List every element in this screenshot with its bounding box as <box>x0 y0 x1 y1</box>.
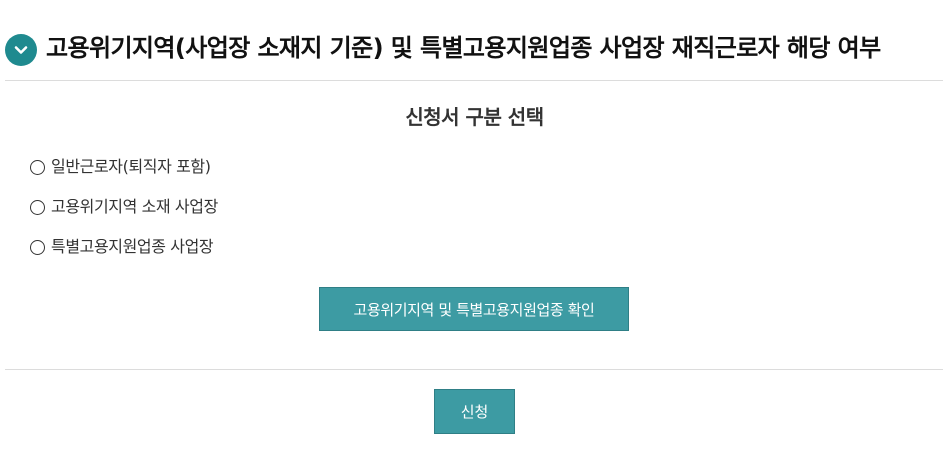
application-type-radio-group: 일반근로자(퇴직자 포함) 고용위기지역 소재 사업장 특별고용지원업종 사업장 <box>30 154 218 274</box>
option-special-industry-workplace[interactable]: 특별고용지원업종 사업장 <box>30 234 218 260</box>
option-label: 특별고용지원업종 사업장 <box>51 237 214 256</box>
section-header: 고용위기지역(사업장 소재지 기준) 및 특별고용지원업종 사업장 재직근로자 … <box>0 0 949 80</box>
check-eligibility-button[interactable]: 고용위기지역 및 특별고용지원업종 확인 <box>319 287 629 331</box>
chevron-down-icon <box>13 42 29 58</box>
option-general-worker[interactable]: 일반근로자(퇴직자 포함) <box>30 154 218 180</box>
radio-button[interactable] <box>30 199 45 215</box>
option-label: 고용위기지역 소재 사업장 <box>51 197 218 216</box>
radio-button[interactable] <box>30 159 45 175</box>
apply-button[interactable]: 신청 <box>434 389 515 434</box>
page: 고용위기지역(사업장 소재지 기준) 및 특별고용지원업종 사업장 재직근로자 … <box>0 0 949 464</box>
application-type-title: 신청서 구분 선택 <box>405 105 544 129</box>
divider <box>5 80 943 81</box>
page-title: 고용위기지역(사업장 소재지 기준) 및 특별고용지원업종 사업장 재직근로자 … <box>46 34 881 62</box>
option-crisis-region-workplace[interactable]: 고용위기지역 소재 사업장 <box>30 194 218 220</box>
divider <box>5 369 943 370</box>
collapse-toggle-button[interactable] <box>5 34 37 66</box>
option-label: 일반근로자(퇴직자 포함) <box>51 157 211 176</box>
radio-button[interactable] <box>30 239 45 255</box>
